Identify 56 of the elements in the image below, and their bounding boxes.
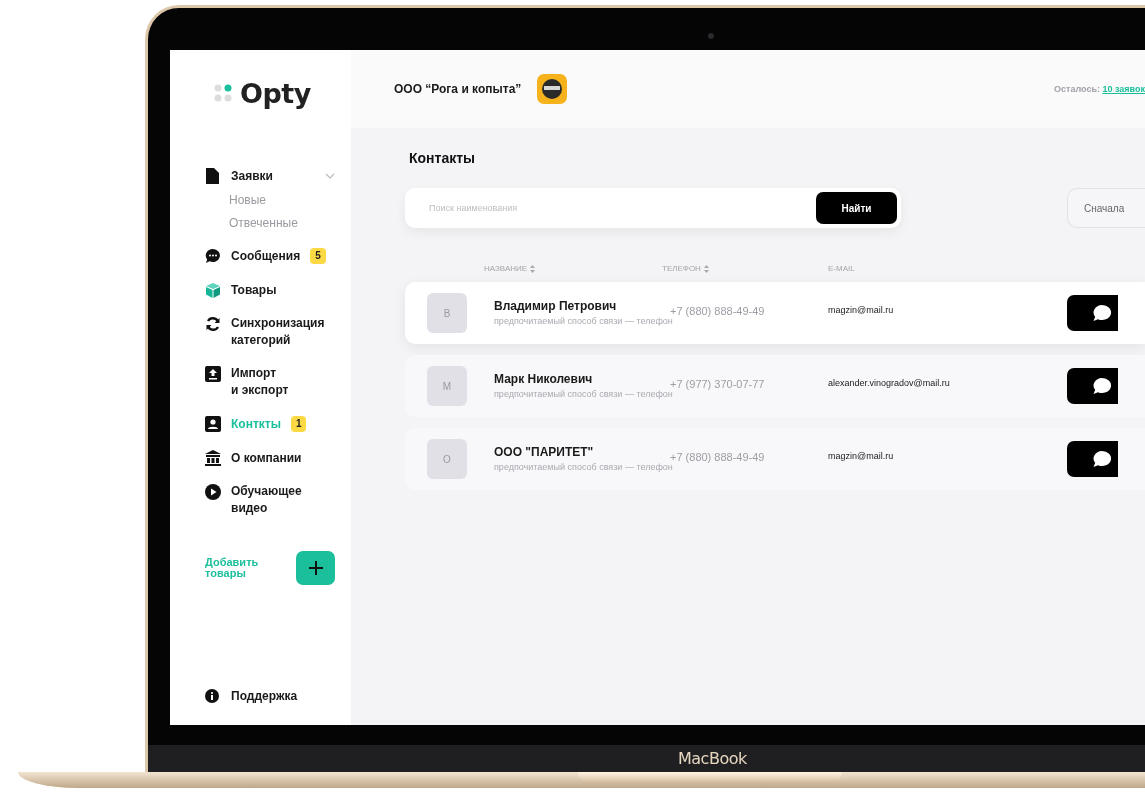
plus-icon <box>307 560 324 576</box>
company-name: ООО “Рога и копыта” <box>394 82 522 96</box>
email-address: magzin@mail.ru <box>828 305 895 315</box>
chat-bubble-icon <box>205 248 221 264</box>
document-icon <box>205 168 219 184</box>
speech-bubble-icon <box>1092 450 1112 468</box>
search-field[interactable]: Поиск наименования Найти <box>405 188 901 228</box>
message-button[interactable] <box>1067 368 1118 404</box>
logo-text: Opty <box>240 78 311 109</box>
camera-icon <box>708 33 714 39</box>
sync-icon <box>205 316 221 332</box>
remaining-requests-text: Осталось: 10 заявок <box>1054 84 1145 94</box>
sidebar-item[interactable]: Сообщения <box>231 247 301 265</box>
speech-bubble-icon <box>1092 304 1112 322</box>
avatar-initial: О <box>427 439 467 479</box>
brand-label: MacBook <box>678 749 747 768</box>
contact-note: предпочитаемый способ связи — телефон <box>494 315 673 327</box>
message-button[interactable] <box>1067 295 1118 331</box>
cube-icon <box>205 282 221 298</box>
bank-building-icon <box>205 450 221 466</box>
contact-row[interactable]: В Владимир Петрович предпочитаемый способ связи — телефон +7 (880) 888-49-49 magzin@mail.ru <box>405 282 1145 344</box>
phone-number: +7 (977) 370-07-77 <box>670 378 766 390</box>
sidebar-item[interactable]: Товары <box>231 281 277 299</box>
contact-name: Марк Николевич <box>494 372 594 386</box>
sidebar-item[interactable]: Обучающее видео <box>231 483 302 517</box>
find-button[interactable]: Найти <box>816 192 897 224</box>
message-button[interactable] <box>1067 441 1118 477</box>
contact-card-icon <box>205 416 221 432</box>
logo-dots-icon <box>214 83 234 104</box>
contact-name: ООО "ПАРИТЕТ" <box>494 445 595 459</box>
email-address: alexander.vinogradov@mail.ru <box>828 378 951 388</box>
contact-note: предпочитаемый способ связи — телефон <box>494 388 673 400</box>
support-link[interactable]: Поддержка <box>231 689 298 703</box>
phone-number: +7 (880) 888-49-49 <box>670 451 766 463</box>
contact-name: Владимир Петрович <box>494 299 618 313</box>
sidebar-item[interactable]: Заявки <box>231 167 273 185</box>
sidebar-item[interactable]: О компании <box>231 449 302 467</box>
sidebar-item[interactable]: Импорт и экспорт <box>231 365 289 399</box>
phone-number: +7 (880) 888-49-49 <box>670 305 766 317</box>
sort-dropdown[interactable]: Сначала <box>1067 188 1145 228</box>
add-button[interactable] <box>296 551 335 585</box>
email-address: magzin@mail.ru <box>828 451 895 461</box>
info-icon <box>205 689 219 703</box>
count-badge: 1 <box>290 416 307 432</box>
contact-row[interactable]: М Марк Николевич предпочитаемый способ связи — телефон +7 (977) 370-07-77 alexander.vinogradov@mail.ru <box>405 355 1145 417</box>
sidebar-item[interactable]: Синхронизация категорий <box>231 315 325 349</box>
avatar-initial: М <box>427 366 467 406</box>
contact-note: предпочитаемый способ связи — телефон <box>494 461 673 473</box>
play-circle-icon <box>205 484 221 500</box>
upload-icon <box>205 366 221 382</box>
count-badge: 5 <box>310 248 326 264</box>
contact-row[interactable]: О ООО "ПАРИТЕТ" предпочитаемый способ связи — телефон +7 (880) 888-49-49 magzin@mail.ru <box>405 428 1145 490</box>
page-title: Контакты <box>409 150 476 166</box>
speech-bubble-icon <box>1092 377 1112 395</box>
company-logo-icon <box>537 74 568 104</box>
avatar-initial: В <box>427 293 467 333</box>
